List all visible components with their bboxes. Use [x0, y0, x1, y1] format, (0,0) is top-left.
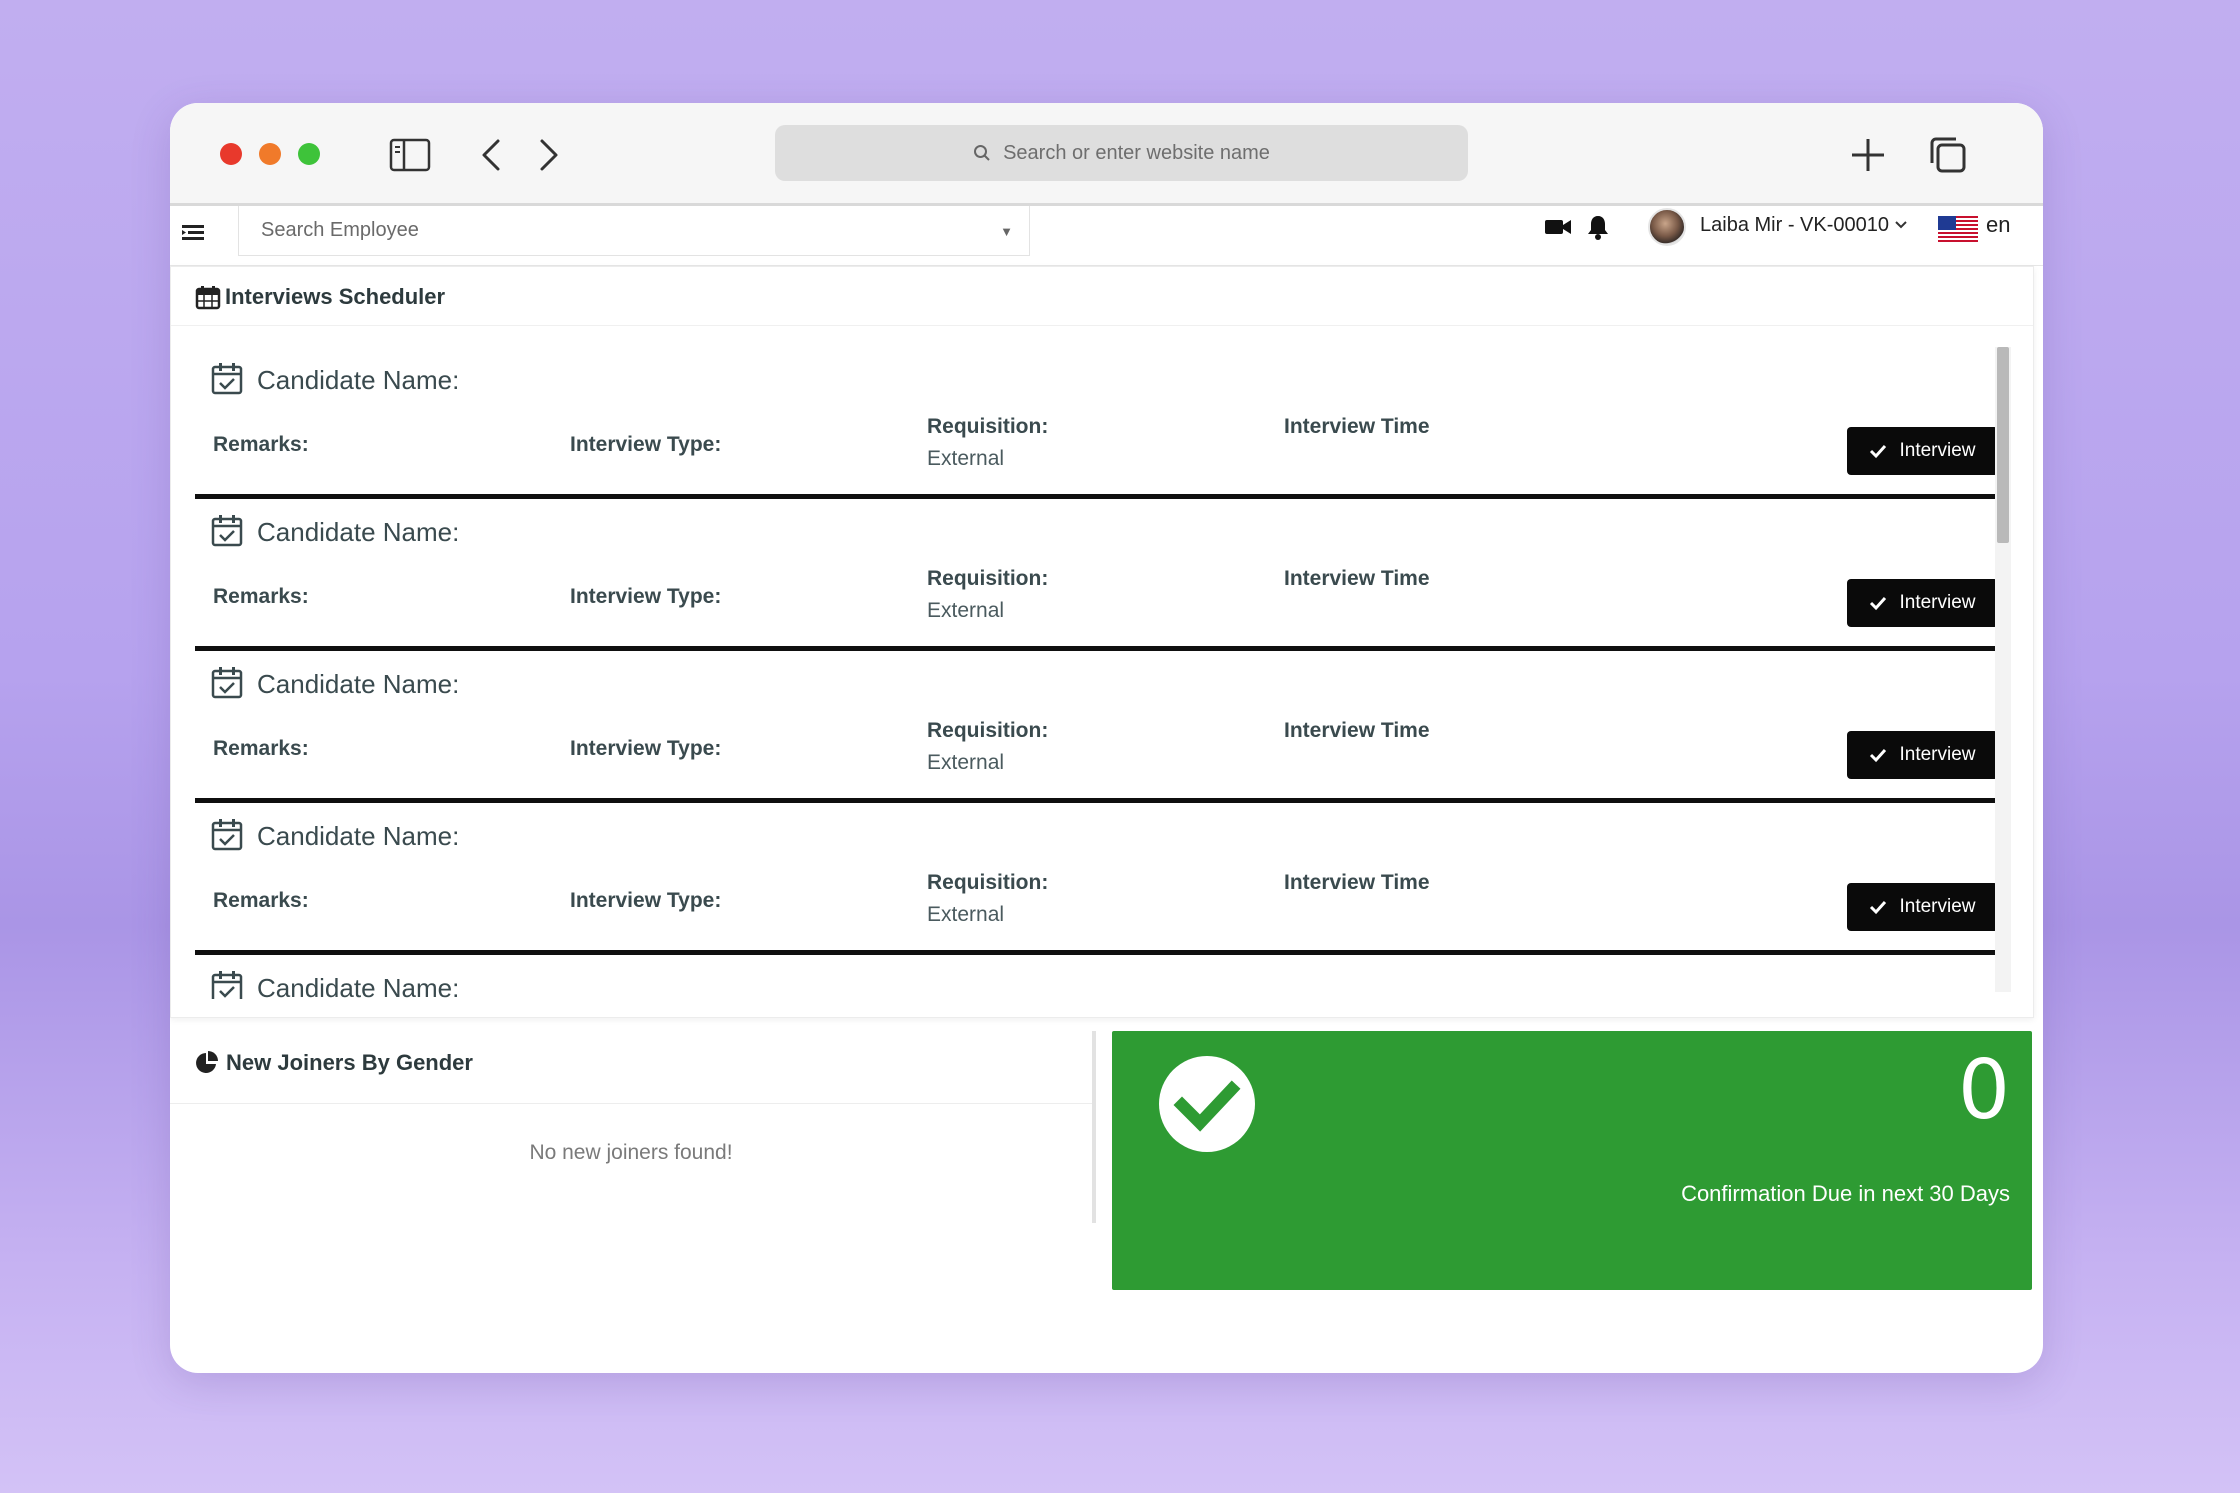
new-joiners-panel: New Joiners By Gender No new joiners fou…	[170, 1031, 1096, 1223]
interview-button[interactable]: Interview	[1847, 883, 1995, 931]
candidate-name-label: Candidate Name:	[257, 821, 460, 851]
address-bar[interactable]: Search or enter website name	[775, 125, 1468, 181]
address-placeholder: Search or enter website name	[1003, 141, 1270, 164]
check-circle-icon	[1159, 1056, 1255, 1152]
interview-type-label: Interview Type:	[570, 889, 722, 912]
search-employee-placeholder: Search Employee	[261, 219, 419, 241]
joiners-title: New Joiners By Gender	[194, 1043, 473, 1083]
joiners-title-text: New Joiners By Gender	[226, 1050, 473, 1075]
chevron-down-icon[interactable]	[1892, 214, 1910, 234]
remarks-label: Remarks:	[213, 585, 309, 608]
check-icon	[1870, 444, 1887, 459]
interview-button-label: Interview	[1899, 744, 1976, 765]
confirmation-card[interactable]: 0 Confirmation Due in next 30 Days	[1112, 1031, 2032, 1290]
remarks-label: Remarks:	[213, 889, 309, 912]
back-icon[interactable]	[470, 135, 514, 175]
menu-icon[interactable]	[180, 220, 206, 246]
interview-row: Candidate Name: Remarks: Interview Type:…	[195, 499, 1995, 651]
sidebar-toggle-icon[interactable]	[388, 135, 432, 175]
panel-title-text: Interviews Scheduler	[225, 284, 446, 309]
panel-title: Interviews Scheduler	[195, 277, 445, 317]
interviews-list: Candidate Name: Remarks: Interview Type:…	[195, 347, 1995, 999]
scrollbar[interactable]	[1995, 347, 2011, 992]
interview-button[interactable]: Interview	[1847, 731, 1995, 779]
plus-icon[interactable]	[1846, 135, 1890, 175]
divider	[171, 325, 2033, 326]
calendar-check-icon	[211, 363, 243, 395]
candidate-name-label: Candidate Name:	[257, 669, 460, 699]
calendar-check-icon	[211, 819, 243, 851]
interview-row: Candidate Name: Remarks: Interview Type:…	[195, 651, 1995, 803]
interview-type-label: Interview Type:	[570, 737, 722, 760]
interview-button-label: Interview	[1899, 440, 1976, 461]
avatar[interactable]	[1648, 208, 1686, 246]
interview-button-label: Interview	[1899, 896, 1976, 917]
app-header: Search Employee ▼ Laiba Mir - VK-00010 e…	[170, 206, 2043, 266]
divider	[170, 1103, 1092, 1104]
interview-button-label: Interview	[1899, 592, 1976, 613]
pie-chart-icon	[196, 1051, 218, 1073]
empty-state-text: No new joiners found!	[529, 1141, 733, 1164]
tabs-icon[interactable]	[1926, 135, 1970, 175]
requisition-value: External	[927, 903, 1005, 926]
candidate-name-label: Candidate Name:	[257, 365, 460, 395]
candidate-name-label: Candidate Name:	[257, 973, 460, 999]
language-label[interactable]: en	[1986, 212, 2010, 238]
confirmation-count: 0	[1957, 1043, 2010, 1138]
minimize-window-button[interactable]	[259, 143, 281, 165]
interview-row: Candidate Name:	[195, 955, 1995, 999]
calendar-icon	[195, 286, 221, 310]
calendar-check-icon	[211, 515, 243, 547]
requisition-label: Requisition:	[927, 719, 1049, 742]
check-icon	[1870, 748, 1887, 763]
interview-time-label: Interview Time	[1284, 567, 1430, 590]
chevron-down-icon: ▼	[1000, 224, 1013, 239]
browser-window: Search or enter website name Search Empl…	[170, 103, 2043, 1373]
check-icon	[1870, 596, 1887, 611]
check-icon	[1870, 900, 1887, 915]
forward-icon[interactable]	[528, 135, 572, 175]
interview-type-label: Interview Type:	[570, 433, 722, 456]
interview-time-label: Interview Time	[1284, 719, 1430, 742]
requisition-value: External	[927, 447, 1005, 470]
calendar-check-icon	[211, 971, 243, 999]
interviews-panel: Interviews Scheduler Candidate Name: Rem…	[170, 266, 2034, 1018]
interview-button[interactable]: Interview	[1847, 427, 1995, 475]
search-icon	[974, 145, 990, 161]
interview-type-label: Interview Type:	[570, 585, 722, 608]
search-employee-select[interactable]: Search Employee ▼	[238, 206, 1030, 256]
requisition-label: Requisition:	[927, 415, 1049, 438]
interview-time-label: Interview Time	[1284, 871, 1430, 894]
candidate-name-label: Candidate Name:	[257, 517, 460, 547]
interview-button[interactable]: Interview	[1847, 579, 1995, 627]
close-window-button[interactable]	[220, 143, 242, 165]
requisition-label: Requisition:	[927, 871, 1049, 894]
remarks-label: Remarks:	[213, 433, 309, 456]
user-name[interactable]: Laiba Mir - VK-00010	[1700, 214, 1889, 237]
requisition-value: External	[927, 751, 1005, 774]
requisition-value: External	[927, 599, 1005, 622]
scrollbar-thumb[interactable]	[1997, 347, 2009, 543]
video-icon[interactable]	[1543, 212, 1573, 242]
interview-row: Candidate Name: Remarks: Interview Type:…	[195, 803, 1995, 955]
flag-icon[interactable]	[1938, 216, 1978, 242]
maximize-window-button[interactable]	[298, 143, 320, 165]
requisition-label: Requisition:	[927, 567, 1049, 590]
interview-time-label: Interview Time	[1284, 415, 1430, 438]
remarks-label: Remarks:	[213, 737, 309, 760]
calendar-check-icon	[211, 667, 243, 699]
confirmation-caption: Confirmation Due in next 30 Days	[1681, 1181, 2010, 1206]
interview-row: Candidate Name: Remarks: Interview Type:…	[195, 347, 1995, 499]
browser-toolbar: Search or enter website name	[170, 103, 2043, 206]
bell-icon[interactable]	[1583, 212, 1613, 242]
